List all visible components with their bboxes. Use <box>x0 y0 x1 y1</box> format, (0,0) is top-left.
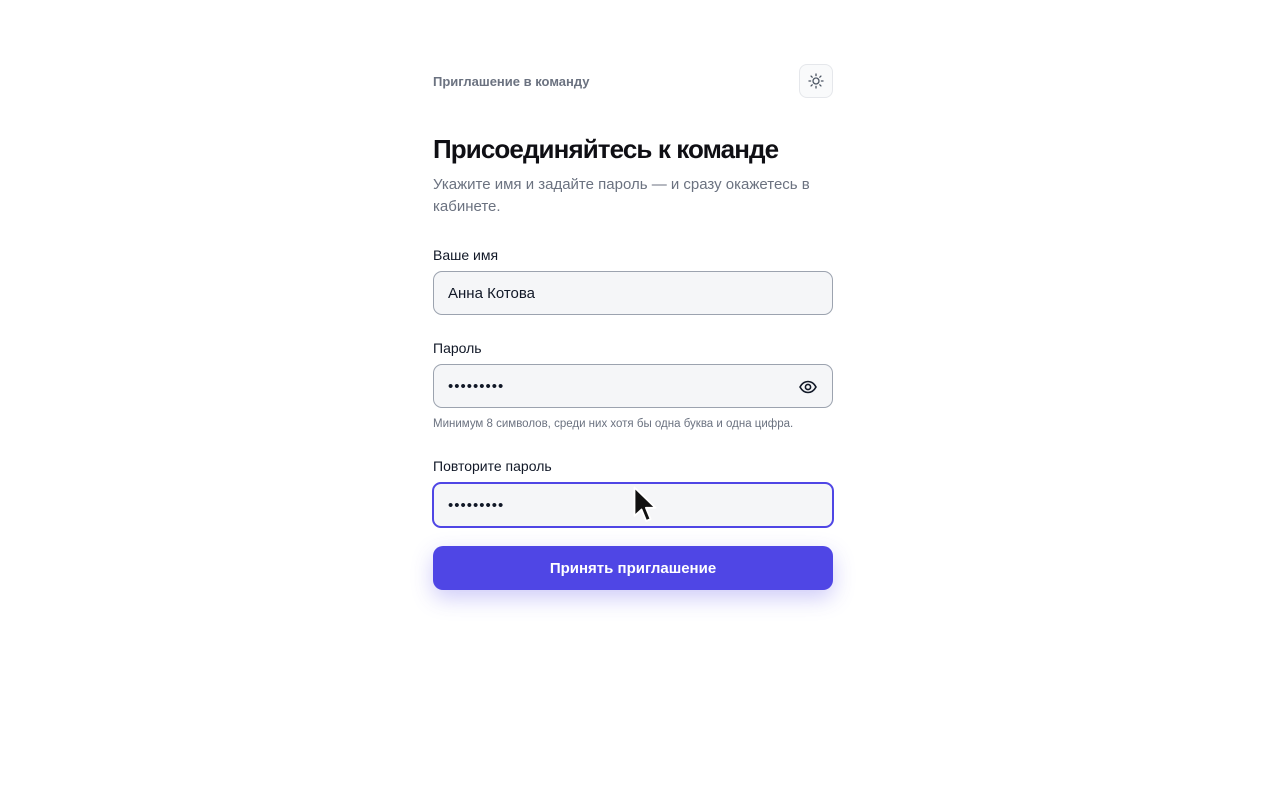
name-label: Ваше имя <box>433 247 499 263</box>
invite-panel: Приглашение в команду Присоединяйтесь к … <box>432 64 834 590</box>
name-field <box>433 271 833 315</box>
page-subtitle: Укажите имя и задайте пароль — и сразу о… <box>433 176 810 215</box>
repeat-password-input[interactable] <box>434 484 832 526</box>
name-input[interactable] <box>434 272 832 314</box>
password-input[interactable] <box>434 365 832 407</box>
page: Приглашение в команду Присоединяйтесь к … <box>0 0 1280 800</box>
repeat-password-label: Повторите пароль <box>433 458 552 474</box>
page-title: Присоединяйтесь к команде <box>433 134 779 164</box>
sun-icon <box>808 73 824 89</box>
top-bar: Приглашение в команду <box>433 64 833 100</box>
accept-invite-button[interactable]: Принять приглашение <box>433 546 833 590</box>
password-hint: Минимум 8 символов, среди них хотя бы од… <box>433 418 794 430</box>
page-eyebrow: Приглашение в команду <box>433 74 590 89</box>
eye-icon[interactable] <box>798 377 818 397</box>
theme-toggle-button[interactable] <box>799 64 833 98</box>
repeat-password-field <box>432 482 834 528</box>
password-label: Пароль <box>433 340 482 356</box>
password-field <box>433 364 833 408</box>
